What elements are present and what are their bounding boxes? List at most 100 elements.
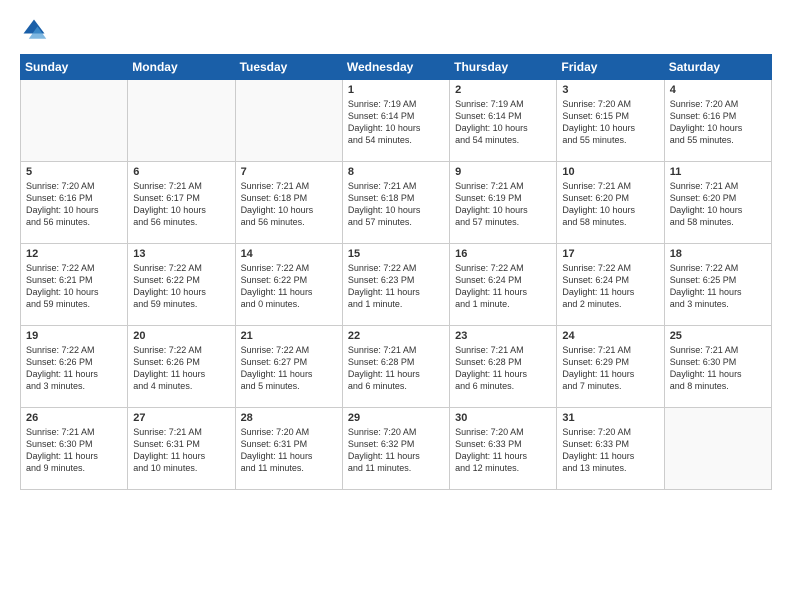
day-number: 22 [348, 330, 444, 342]
calendar-week-row: 19Sunrise: 7:22 AM Sunset: 6:26 PM Dayli… [21, 326, 772, 408]
calendar-week-row: 1 Sunrise: 7:19 AM Sunset: 6:14 PM Daylig… [21, 80, 772, 162]
day-info: Sunrise: 7:20 AM Sunset: 6:15 PM Dayligh… [562, 98, 658, 147]
day-info: Sunrise: 7:20 AM Sunset: 6:16 PM Dayligh… [26, 180, 122, 229]
day-of-week-header: Wednesday [342, 55, 449, 80]
day-info: Sunrise: 7:22 AM Sunset: 6:24 PM Dayligh… [455, 262, 551, 311]
calendar-day-cell: 6 Sunrise: 7:21 AM Sunset: 6:17 PM Daylig… [128, 162, 235, 244]
day-number: 5 [26, 166, 122, 178]
calendar-day-cell: 15 Sunrise: 7:22 AM Sunset: 6:23 PM Dayli… [342, 244, 449, 326]
calendar-day-cell: 11 Sunrise: 7:21 AM Sunset: 6:20 PM Dayli… [664, 162, 771, 244]
day-info: Sunrise: 7:21 AM Sunset: 6:28 PM Dayligh… [455, 344, 551, 393]
calendar-day-cell: 28Sunrise: 7:20 AM Sunset: 6:31 PM Dayli… [235, 408, 342, 490]
day-info: Sunrise: 7:20 AM Sunset: 6:16 PM Dayligh… [670, 98, 766, 147]
calendar-day-cell: 27 Sunrise: 7:21 AM Sunset: 6:31 PM Dayli… [128, 408, 235, 490]
calendar-day-cell: 23 Sunrise: 7:21 AM Sunset: 6:28 PM Dayli… [450, 326, 557, 408]
header [20, 16, 772, 44]
day-number: 23 [455, 330, 551, 342]
calendar-day-cell: 29Sunrise: 7:20 AM Sunset: 6:32 PM Dayli… [342, 408, 449, 490]
day-info: Sunrise: 7:22 AM Sunset: 6:26 PM Dayligh… [133, 344, 229, 393]
day-number: 11 [670, 166, 766, 178]
day-of-week-header: Saturday [664, 55, 771, 80]
calendar-week-row: 26 Sunrise: 7:21 AM Sunset: 6:30 PM Dayli… [21, 408, 772, 490]
day-info: Sunrise: 7:20 AM Sunset: 6:33 PM Dayligh… [455, 426, 551, 475]
day-of-week-header: Sunday [21, 55, 128, 80]
calendar-day-cell: 7 Sunrise: 7:21 AM Sunset: 6:18 PM Daylig… [235, 162, 342, 244]
day-info: Sunrise: 7:21 AM Sunset: 6:17 PM Dayligh… [133, 180, 229, 229]
calendar-day-cell: 12 Sunrise: 7:22 AM Sunset: 6:21 PM Dayli… [21, 244, 128, 326]
calendar-day-cell: 31 Sunrise: 7:20 AM Sunset: 6:33 PM Dayli… [557, 408, 664, 490]
calendar-day-cell: 2Sunrise: 7:19 AM Sunset: 6:14 PM Daylig… [450, 80, 557, 162]
day-info: Sunrise: 7:22 AM Sunset: 6:24 PM Dayligh… [562, 262, 658, 311]
day-info: Sunrise: 7:21 AM Sunset: 6:19 PM Dayligh… [455, 180, 551, 229]
logo [20, 16, 52, 44]
day-info: Sunrise: 7:22 AM Sunset: 6:27 PM Dayligh… [241, 344, 337, 393]
calendar-day-cell [21, 80, 128, 162]
day-number: 29 [348, 412, 444, 424]
calendar-day-cell: 9 Sunrise: 7:21 AM Sunset: 6:19 PM Daylig… [450, 162, 557, 244]
day-number: 20 [133, 330, 229, 342]
day-info: Sunrise: 7:21 AM Sunset: 6:29 PM Dayligh… [562, 344, 658, 393]
day-number: 21 [241, 330, 337, 342]
calendar-day-cell: 21 Sunrise: 7:22 AM Sunset: 6:27 PM Dayli… [235, 326, 342, 408]
day-info: Sunrise: 7:21 AM Sunset: 6:18 PM Dayligh… [241, 180, 337, 229]
day-number: 25 [670, 330, 766, 342]
day-info: Sunrise: 7:21 AM Sunset: 6:30 PM Dayligh… [26, 426, 122, 475]
calendar-day-cell: 19Sunrise: 7:22 AM Sunset: 6:26 PM Dayli… [21, 326, 128, 408]
day-number: 12 [26, 248, 122, 260]
calendar-day-cell: 1 Sunrise: 7:19 AM Sunset: 6:14 PM Daylig… [342, 80, 449, 162]
day-of-week-header: Monday [128, 55, 235, 80]
calendar-day-cell: 10Sunrise: 7:21 AM Sunset: 6:20 PM Dayli… [557, 162, 664, 244]
day-number: 17 [562, 248, 658, 260]
day-info: Sunrise: 7:20 AM Sunset: 6:33 PM Dayligh… [562, 426, 658, 475]
day-of-week-header: Tuesday [235, 55, 342, 80]
day-number: 2 [455, 84, 551, 96]
day-number: 7 [241, 166, 337, 178]
day-number: 27 [133, 412, 229, 424]
calendar-week-row: 5 Sunrise: 7:20 AM Sunset: 6:16 PM Daylig… [21, 162, 772, 244]
day-info: Sunrise: 7:22 AM Sunset: 6:21 PM Dayligh… [26, 262, 122, 311]
day-number: 31 [562, 412, 658, 424]
day-info: Sunrise: 7:19 AM Sunset: 6:14 PM Dayligh… [348, 98, 444, 147]
day-number: 3 [562, 84, 658, 96]
day-info: Sunrise: 7:21 AM Sunset: 6:20 PM Dayligh… [670, 180, 766, 229]
day-number: 26 [26, 412, 122, 424]
day-info: Sunrise: 7:22 AM Sunset: 6:26 PM Dayligh… [26, 344, 122, 393]
calendar-day-cell: 30Sunrise: 7:20 AM Sunset: 6:33 PM Dayli… [450, 408, 557, 490]
calendar-day-cell [235, 80, 342, 162]
day-number: 24 [562, 330, 658, 342]
calendar-day-cell: 26 Sunrise: 7:21 AM Sunset: 6:30 PM Dayli… [21, 408, 128, 490]
day-info: Sunrise: 7:22 AM Sunset: 6:23 PM Dayligh… [348, 262, 444, 311]
day-info: Sunrise: 7:21 AM Sunset: 6:30 PM Dayligh… [670, 344, 766, 393]
day-info: Sunrise: 7:22 AM Sunset: 6:22 PM Dayligh… [241, 262, 337, 311]
calendar-day-cell [128, 80, 235, 162]
day-number: 13 [133, 248, 229, 260]
calendar-day-cell: 8Sunrise: 7:21 AM Sunset: 6:18 PM Daylig… [342, 162, 449, 244]
calendar-day-cell: 17 Sunrise: 7:22 AM Sunset: 6:24 PM Dayli… [557, 244, 664, 326]
day-number: 6 [133, 166, 229, 178]
day-info: Sunrise: 7:21 AM Sunset: 6:28 PM Dayligh… [348, 344, 444, 393]
day-number: 14 [241, 248, 337, 260]
calendar-day-cell: 5 Sunrise: 7:20 AM Sunset: 6:16 PM Daylig… [21, 162, 128, 244]
day-number: 1 [348, 84, 444, 96]
day-number: 4 [670, 84, 766, 96]
calendar-day-cell: 16 Sunrise: 7:22 AM Sunset: 6:24 PM Dayli… [450, 244, 557, 326]
day-of-week-header: Friday [557, 55, 664, 80]
calendar-day-cell: 25 Sunrise: 7:21 AM Sunset: 6:30 PM Dayli… [664, 326, 771, 408]
calendar-day-cell: 3 Sunrise: 7:20 AM Sunset: 6:15 PM Daylig… [557, 80, 664, 162]
calendar-day-cell: 20 Sunrise: 7:22 AM Sunset: 6:26 PM Dayli… [128, 326, 235, 408]
calendar-day-cell: 18 Sunrise: 7:22 AM Sunset: 6:25 PM Dayli… [664, 244, 771, 326]
day-number: 10 [562, 166, 658, 178]
day-number: 16 [455, 248, 551, 260]
day-info: Sunrise: 7:20 AM Sunset: 6:31 PM Dayligh… [241, 426, 337, 475]
day-number: 18 [670, 248, 766, 260]
calendar-table: SundayMondayTuesdayWednesdayThursdayFrid… [20, 54, 772, 490]
day-number: 15 [348, 248, 444, 260]
day-number: 9 [455, 166, 551, 178]
calendar-week-row: 12 Sunrise: 7:22 AM Sunset: 6:21 PM Dayli… [21, 244, 772, 326]
calendar-day-cell: 24 Sunrise: 7:21 AM Sunset: 6:29 PM Dayli… [557, 326, 664, 408]
calendar-day-cell: 4 Sunrise: 7:20 AM Sunset: 6:16 PM Daylig… [664, 80, 771, 162]
calendar-day-cell: 13Sunrise: 7:22 AM Sunset: 6:22 PM Dayli… [128, 244, 235, 326]
day-info: Sunrise: 7:21 AM Sunset: 6:31 PM Dayligh… [133, 426, 229, 475]
day-info: Sunrise: 7:22 AM Sunset: 6:25 PM Dayligh… [670, 262, 766, 311]
logo-icon [20, 16, 48, 44]
